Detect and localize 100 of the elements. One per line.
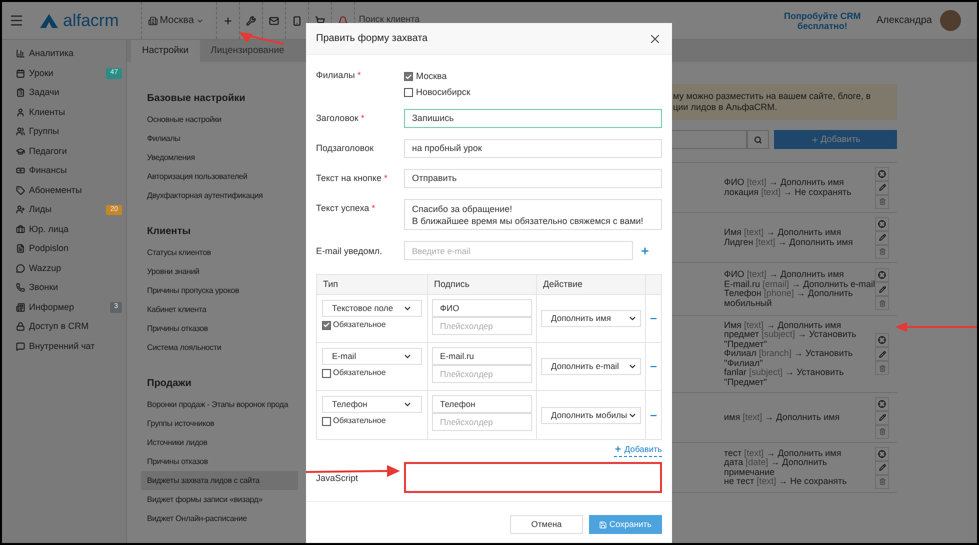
settings-link[interactable]: Основные настройки [141,110,298,129]
menu-icon[interactable] [9,13,24,28]
tag-icon [16,186,25,195]
action-select[interactable]: Дополнить мобилы [541,406,641,424]
search-field[interactable]: Поиск клиента [358,13,559,25]
settings-link[interactable]: Уровни знаний [141,262,298,281]
sidebar-item[interactable]: Podpislon [2,239,126,258]
javascript-input[interactable] [404,462,662,493]
caption-input[interactable]: E-mail.ru [432,347,532,365]
checkbox[interactable] [404,72,413,82]
settings-link[interactable]: Уведомления [141,148,298,167]
checkbox[interactable] [322,368,331,378]
field-mapping: Лидген [text] → Дополнить имя [724,238,854,247]
cancel-button[interactable]: Отмена [510,515,583,534]
search-button[interactable] [747,130,769,149]
target-button[interactable] [875,396,889,410]
settings-link[interactable]: Авторизация пользователей [141,167,298,186]
caption-input[interactable]: ФИО [432,299,532,317]
placeholder-input[interactable]: Плейсхолдер [432,365,532,383]
phone-icon[interactable] [292,16,302,26]
settings-link[interactable]: Виджеты захвата лидов с сайта [141,471,298,490]
add-icon[interactable] [640,246,650,256]
branch-dropdown[interactable]: Москва [142,13,210,28]
placeholder-input[interactable]: Плейсхолдер [432,413,532,431]
action-select[interactable]: Дополнить e-mail [541,358,641,375]
caption-input[interactable]: Телефон [432,395,532,413]
sidebar-item[interactable]: Юр. лица [2,220,126,239]
promo-link[interactable]: Попробуйте CRM бесплатно! [780,10,864,30]
plus-icon[interactable] [222,16,233,26]
section-heading: Клиенты [147,224,192,238]
pencil-icon [878,286,886,292]
sidebar-item[interactable]: Wazzup [2,258,126,278]
field-mapping: ФИО [text] → Дополнить имя [724,270,845,280]
tab[interactable]: Лицензирование [200,40,296,62]
bell-icon[interactable] [338,16,348,26]
edit-button[interactable] [875,180,889,194]
arrow-drawing [239,32,284,45]
chart-icon [16,49,25,58]
sidebar-item[interactable]: Абонементы [2,180,126,200]
settings-link[interactable]: Источники лидов [141,433,298,452]
field-mapping: не тест [text] → Не сохранять [724,477,848,486]
mail-icon[interactable] [268,16,279,26]
save-button[interactable]: Сохранить [589,515,662,534]
placeholder-input[interactable]: Плейсхолдер [432,317,532,335]
settings-link[interactable]: Группы источников [141,414,298,433]
settings-link[interactable]: Причины пропуска уроков [141,281,298,300]
email-input[interactable]: Введите e-mail [404,241,633,260]
user-menu[interactable]: Александра [876,13,932,28]
wrench-icon[interactable] [246,16,256,26]
action-select[interactable]: Дополнить имя [541,310,641,327]
field-mapping: fanlar [subject] → Установить "Предмет" [724,368,845,388]
settings-link[interactable]: Статусы клиентов [141,243,298,262]
widget-search-field[interactable] [671,130,747,149]
banknote-icon [16,166,25,176]
edit-button[interactable] [875,282,889,296]
checkbox[interactable] [404,88,413,97]
type-select[interactable]: Телефон [322,396,422,413]
settings-link[interactable]: Причины отказов [141,319,298,338]
sidebar-item[interactable]: Клиенты [2,102,126,122]
target-button[interactable] [875,333,889,347]
text-input[interactable]: Запишись [404,109,662,128]
checkbox[interactable] [322,416,331,426]
sidebar-item[interactable]: Задачи [2,83,126,102]
tab[interactable]: Настройки [131,40,200,62]
settings-link[interactable]: Филиалы [141,129,298,148]
edit-button[interactable] [875,410,889,424]
edit-button[interactable] [875,460,889,474]
target-button[interactable] [875,216,889,230]
settings-link[interactable]: Кабинет клиента [141,300,298,319]
checkbox-label: Москва [416,70,447,83]
type-select[interactable]: E-mail [322,348,422,365]
settings-link[interactable]: Двухфакторная аутентификация [141,186,298,205]
pencil-icon [878,234,886,241]
settings-link[interactable]: Воронки продаж - Этапы воронок прода [141,395,298,414]
settings-link[interactable]: Виджет Онлайн-расписание [141,509,298,528]
settings-link[interactable]: Причины отказов [141,452,298,471]
field-label: Подзаголовок [316,143,374,153]
text-input[interactable]: на пробный урок [404,139,662,158]
edit-button[interactable] [875,347,889,361]
target-button[interactable] [875,268,889,282]
add-widget-button[interactable]: Добавить [774,130,897,149]
sidebar-item[interactable]: Финансы [2,161,126,180]
field-mapping: Телефон [phone] → Дополнить мобильный [724,289,854,308]
sidebar-item[interactable]: Доступ в CRM [2,317,126,336]
sidebar-item[interactable]: Педагоги [2,142,126,161]
sidebar-item[interactable]: Внутренний чат [2,336,126,356]
sidebar-item[interactable]: Звонки [2,278,126,298]
text-area[interactable]: Спасибо за обращение! В ближайшее время мы обязательно свяжемся с вами! [404,199,662,230]
settings-link[interactable]: Виджет формы записи «визард» [141,490,298,509]
sidebar-item[interactable]: Группы [2,122,126,142]
target-button[interactable] [875,446,889,460]
text-input[interactable]: Отправить [404,169,662,188]
add-link[interactable]: Добавить [614,443,662,457]
edit-button[interactable] [875,230,889,244]
target-button[interactable] [875,166,889,180]
sidebar-item[interactable]: Аналитика [2,44,126,64]
settings-link[interactable]: Система лояльности [141,338,298,357]
avatar[interactable] [940,10,961,31]
type-select[interactable]: Текстовое поле [322,300,422,317]
checkbox[interactable] [322,320,331,330]
